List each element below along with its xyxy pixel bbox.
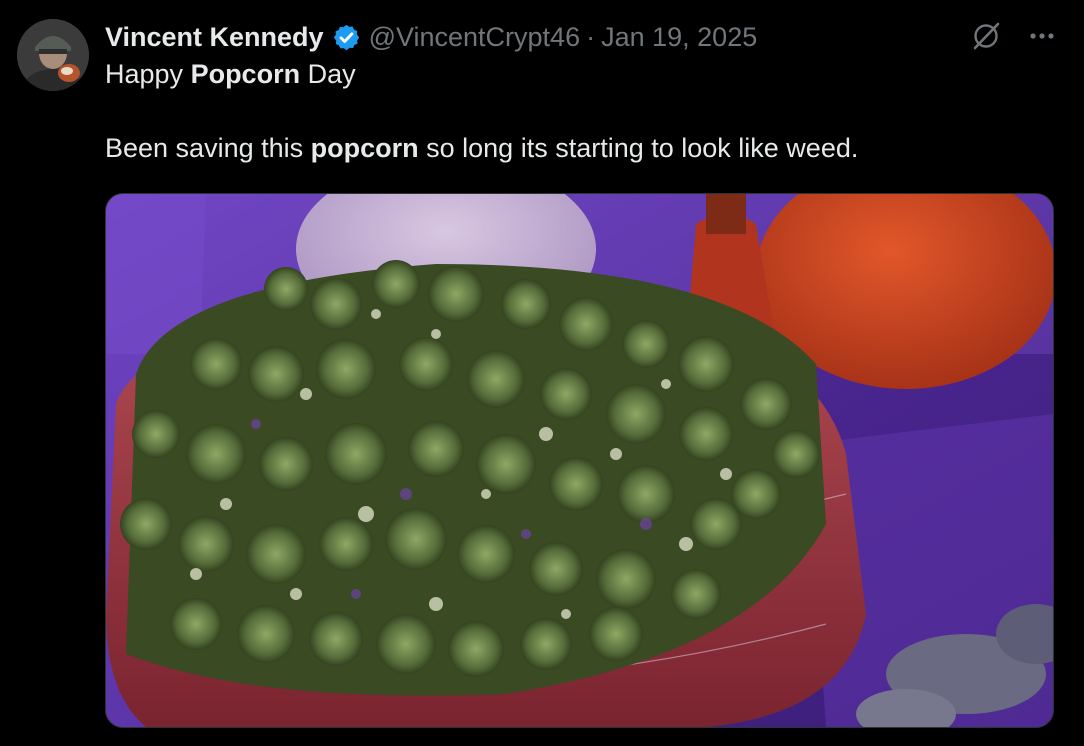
author-display-name[interactable]: Vincent Kennedy	[105, 22, 324, 53]
separator-dot: ·	[586, 21, 596, 52]
tweet-header-actions	[970, 20, 1056, 52]
tweet-media-photo[interactable]	[105, 193, 1054, 728]
author-avatar[interactable]	[17, 19, 89, 91]
tweet-header: Vincent Kennedy @VincentCrypt46 · Jan 19…	[105, 19, 757, 55]
tweet[interactable]: Vincent Kennedy @VincentCrypt46 · Jan 19…	[0, 0, 1084, 746]
more-horizontal-icon[interactable]	[1028, 22, 1056, 50]
tweet-text-line-2: Been saving this popcorn so long its sta…	[105, 133, 858, 164]
tweet-text-1-keyword: Popcorn	[190, 59, 301, 89]
author-handle[interactable]: @VincentCrypt46	[369, 22, 581, 53]
photo-popcorn-bowl	[106, 194, 1053, 727]
tweet-text-1-post: Day	[300, 59, 356, 89]
tweet-text-2-pre: Been saving this	[105, 133, 311, 163]
grok-icon[interactable]	[970, 20, 1002, 52]
tweet-text-line-1: Happy Popcorn Day	[105, 59, 356, 90]
verified-badge-icon[interactable]	[332, 23, 361, 52]
tweet-text-2-post: so long its starting to look like weed.	[418, 133, 859, 163]
tweet-text-2-keyword: popcorn	[310, 133, 419, 163]
user-avatar-icon	[17, 19, 89, 91]
tweet-date[interactable]: Jan 19, 2025	[601, 22, 757, 53]
tweet-text-1-pre: Happy	[105, 59, 191, 89]
